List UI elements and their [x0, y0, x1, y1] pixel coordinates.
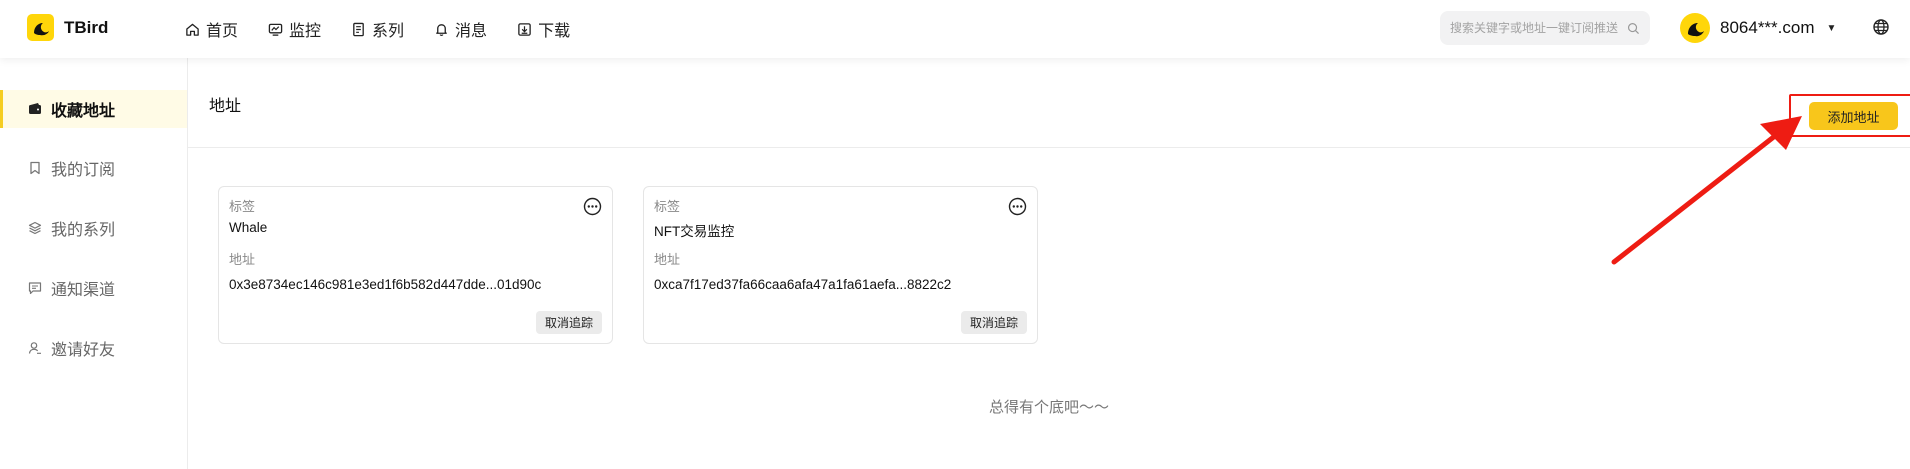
user-menu[interactable]: 8064***.com ▼ [1680, 13, 1836, 43]
untrack-button[interactable]: 取消追踪 [535, 311, 602, 334]
moon-logo-icon [27, 14, 54, 41]
nav-messages-label: 消息 [455, 23, 488, 40]
sidebar-item-label: 通知渠道 [51, 282, 116, 299]
sidebar-item-label: 收藏地址 [51, 103, 116, 120]
moon-avatar-icon [1680, 13, 1710, 43]
address-label: 地址 [654, 252, 681, 267]
main-nav: 首页 监控 系列 消息 下载 [185, 0, 570, 58]
logo[interactable]: TBird [27, 14, 108, 41]
address-card: 标签 NFT交易监控 地址 0xca7f17ed37fa66caa6afa47a… [643, 186, 1038, 344]
bookmark-icon [30, 161, 40, 175]
home-icon [186, 23, 199, 36]
address-label: 地址 [229, 252, 256, 267]
search-input[interactable] [1450, 21, 1625, 35]
tag-label: 标签 [229, 199, 256, 214]
address-value: 0xca7f17ed37fa66caa6afa47a1fa61aefa...88… [654, 277, 952, 292]
search-box[interactable] [1440, 11, 1650, 45]
page-title: 地址 [209, 98, 242, 115]
more-options-icon[interactable] [583, 197, 602, 216]
brand-name: TBird [64, 17, 109, 37]
add-address-button[interactable]: 添加地址 [1809, 102, 1898, 130]
tag-value: Whale [229, 220, 268, 235]
monitor-icon [268, 23, 283, 36]
wallet-icon [29, 103, 41, 114]
address-card: 标签 Whale 地址 0x3e8734ec146c981e3ed1f6b582… [218, 186, 613, 344]
sidebar-item-invite-friends[interactable]: 邀请好友 [0, 329, 187, 367]
caret-down-icon: ▼ [1826, 22, 1837, 34]
search-icon[interactable] [1627, 22, 1640, 35]
tag-value: NFT交易监控 [654, 224, 735, 239]
sidebar-item-saved-addresses[interactable]: 收藏地址 [0, 90, 187, 128]
bell-icon [436, 23, 447, 36]
globe-icon[interactable] [1872, 18, 1890, 36]
untrack-button[interactable]: 取消追踪 [960, 311, 1027, 334]
nav-collection[interactable]: 系列 [351, 17, 404, 41]
sidebar-item-label: 我的系列 [51, 222, 116, 239]
nav-home[interactable]: 首页 [185, 17, 238, 41]
download-icon [518, 22, 531, 36]
nav-download[interactable]: 下载 [517, 17, 570, 41]
layers-icon [28, 221, 42, 235]
user-icon [28, 342, 41, 354]
nav-home-label: 首页 [206, 23, 239, 40]
sidebar-item-subscriptions[interactable]: 我的订阅 [0, 149, 187, 187]
sidebar-item-series[interactable]: 我的系列 [0, 209, 187, 247]
sidebar-item-label: 邀请好友 [51, 342, 116, 359]
address-value: 0x3e8734ec146c981e3ed1f6b582d447dde...01… [229, 277, 542, 292]
collection-icon [353, 22, 364, 36]
nav-monitor[interactable]: 监控 [268, 17, 321, 41]
sidebar-item-notification-channels[interactable]: 通知渠道 [0, 269, 187, 307]
top-bar: TBird 首页 监控 系列 消息 下载 搜索关键字或地址一键订阅推送 8064… [0, 0, 1910, 58]
nav-collection-label: 系列 [372, 23, 405, 40]
nav-messages[interactable]: 消息 [434, 17, 487, 41]
content-header: 地址 [188, 58, 1910, 148]
sidebar: 收藏地址 我的订阅 我的系列 通知渠道 邀请好友 [0, 58, 188, 469]
nav-monitor-label: 监控 [289, 23, 322, 40]
nav-download-label: 下载 [538, 23, 571, 40]
end-of-list-note: 总得有个底吧～～ [989, 399, 1110, 416]
tag-label: 标签 [654, 199, 681, 214]
more-options-icon[interactable] [1008, 197, 1027, 216]
message-icon [28, 282, 42, 295]
sidebar-item-label: 我的订阅 [51, 162, 116, 179]
username: 8064***.com [1720, 18, 1815, 37]
